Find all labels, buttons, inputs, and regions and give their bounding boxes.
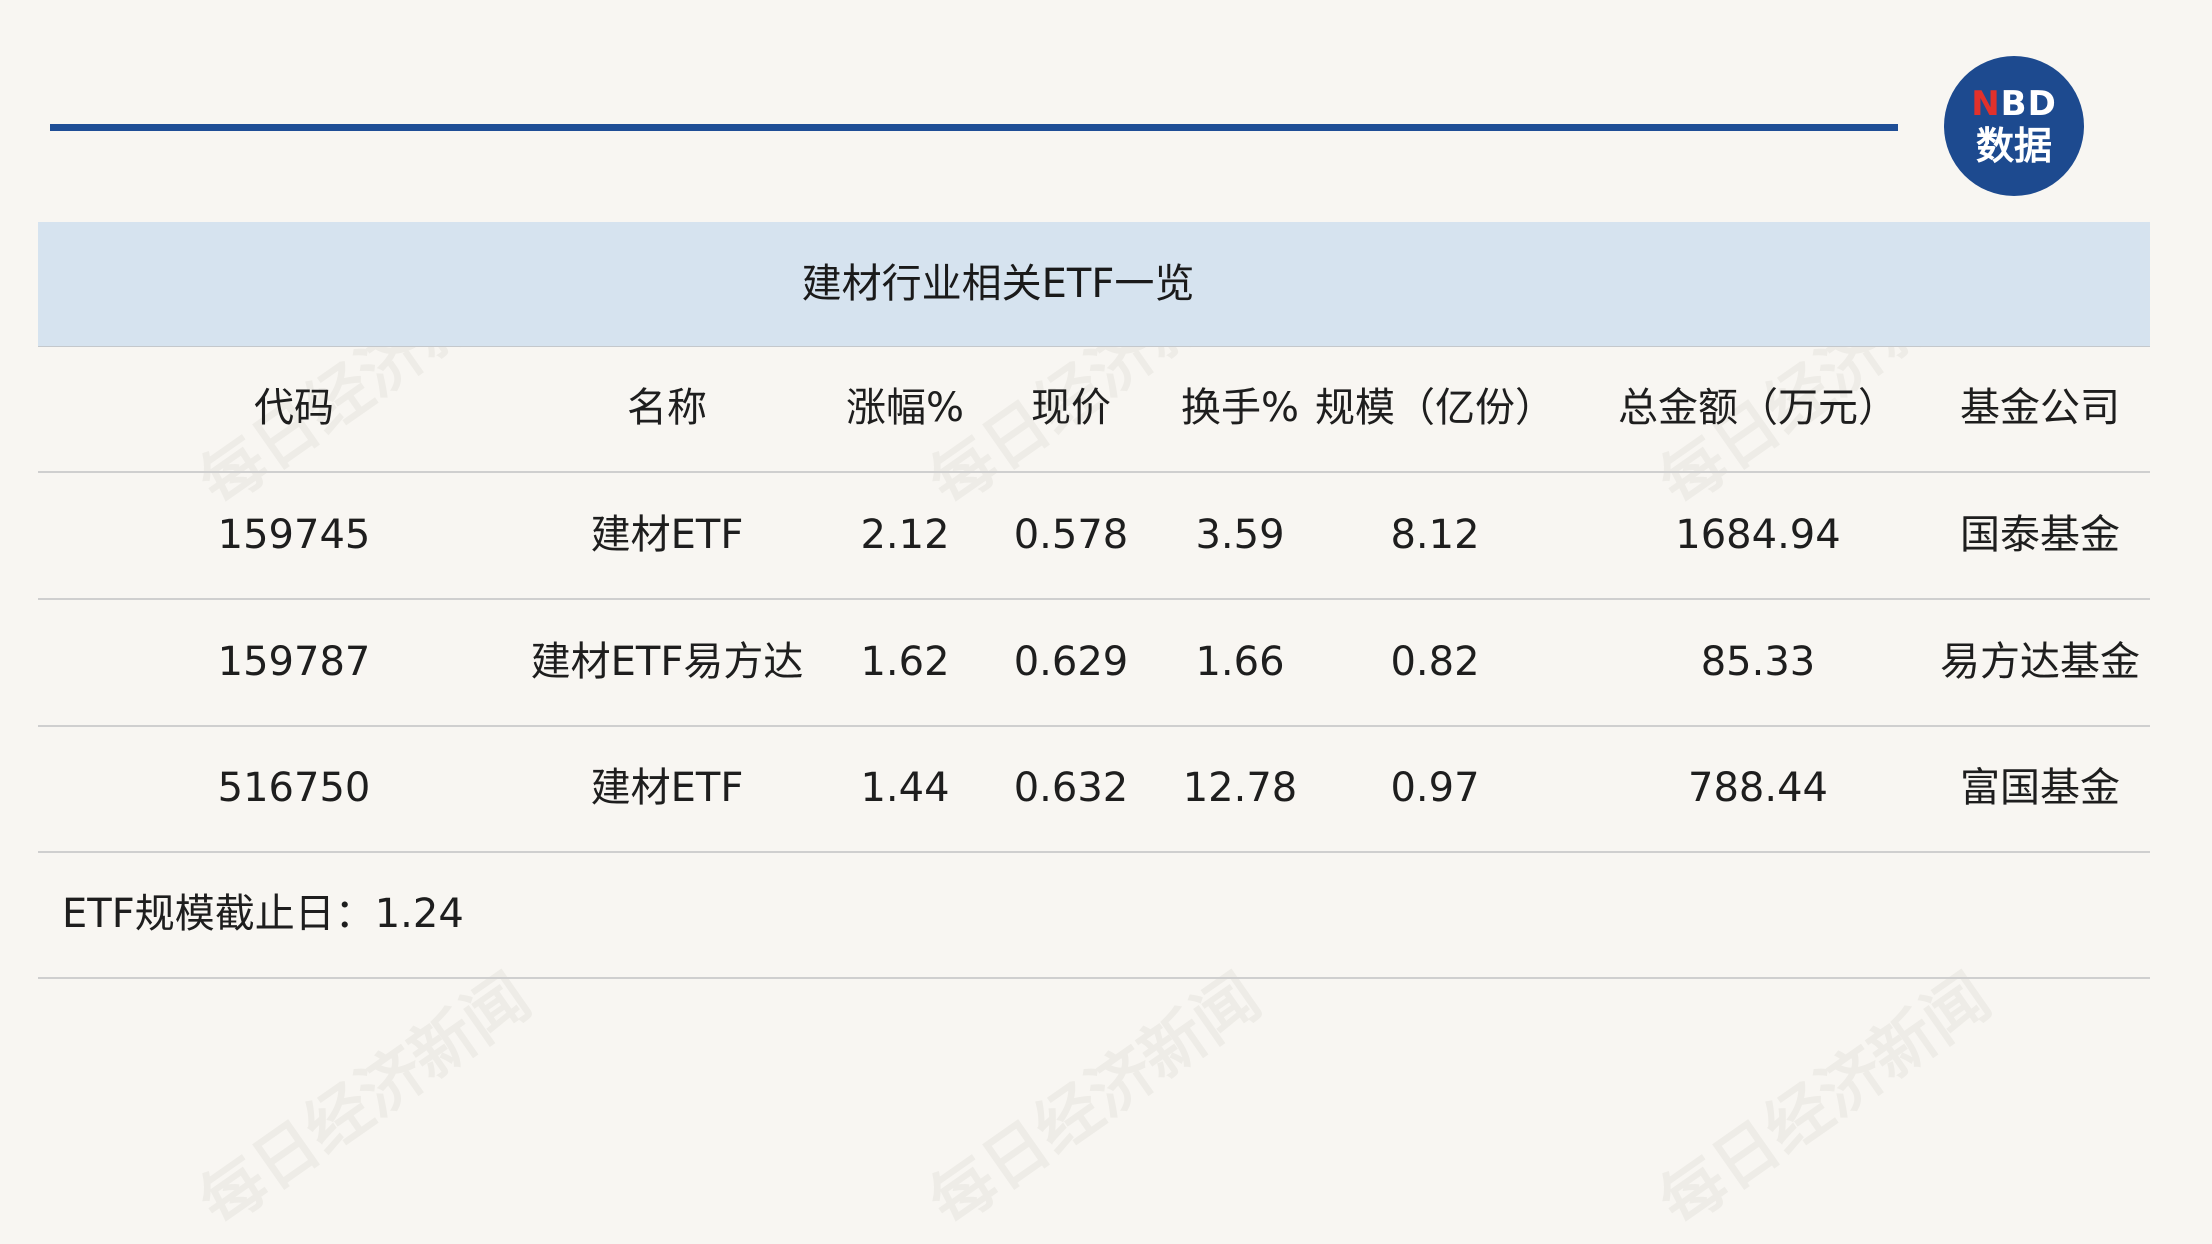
logo-subtitle: 数据 xyxy=(1975,124,2052,168)
cell-name: 建材ETF xyxy=(590,765,744,811)
cell-name: 建材ETF xyxy=(590,512,744,558)
cell-code: 159745 xyxy=(217,512,371,558)
watermark-6: 每日经济新闻 xyxy=(1646,960,2004,1242)
header-name: 名称 xyxy=(627,385,707,431)
table-title-band: 建材行业相关ETF一览 xyxy=(38,222,2150,347)
table-header-row: 代码 名称 涨幅% 现价 换手% 规模（亿份） 总金额（万元） 基金公司 xyxy=(38,346,2150,473)
table-row: 516750 建材ETF 1.44 0.632 12.78 0.97 788.4… xyxy=(38,726,2150,853)
table-row: 159745 建材ETF 2.12 0.578 3.59 8.12 1684.9… xyxy=(38,473,2150,600)
table-title: 建材行业相关ETF一览 xyxy=(801,261,1195,307)
table-row: 159787 建材ETF易方达 1.62 0.629 1.66 0.82 85.… xyxy=(38,600,2150,727)
cell-code: 159787 xyxy=(217,639,371,685)
cell-name: 建材ETF易方达 xyxy=(530,639,804,685)
header-code: 代码 xyxy=(254,385,334,431)
cell-fund-company: 国泰基金 xyxy=(1960,512,2120,558)
header-fund-company: 基金公司 xyxy=(1960,385,2120,431)
watermark-5: 每日经济新闻 xyxy=(916,960,1274,1242)
cell-code: 516750 xyxy=(217,765,371,811)
scale-date-note: ETF规模截止日：1.24 xyxy=(62,891,464,937)
watermark-4: 每日经济新闻 xyxy=(186,960,544,1242)
logo-wordmark: NBD xyxy=(1971,84,2057,124)
header-divider xyxy=(50,124,1898,131)
cell-fund-company: 易方达基金 xyxy=(1940,639,2140,685)
table-note-row: ETF规模截止日：1.24 xyxy=(38,852,2150,979)
nbd-logo: NBD 数据 xyxy=(1944,56,2084,196)
cell-fund-company: 富国基金 xyxy=(1960,765,2120,811)
